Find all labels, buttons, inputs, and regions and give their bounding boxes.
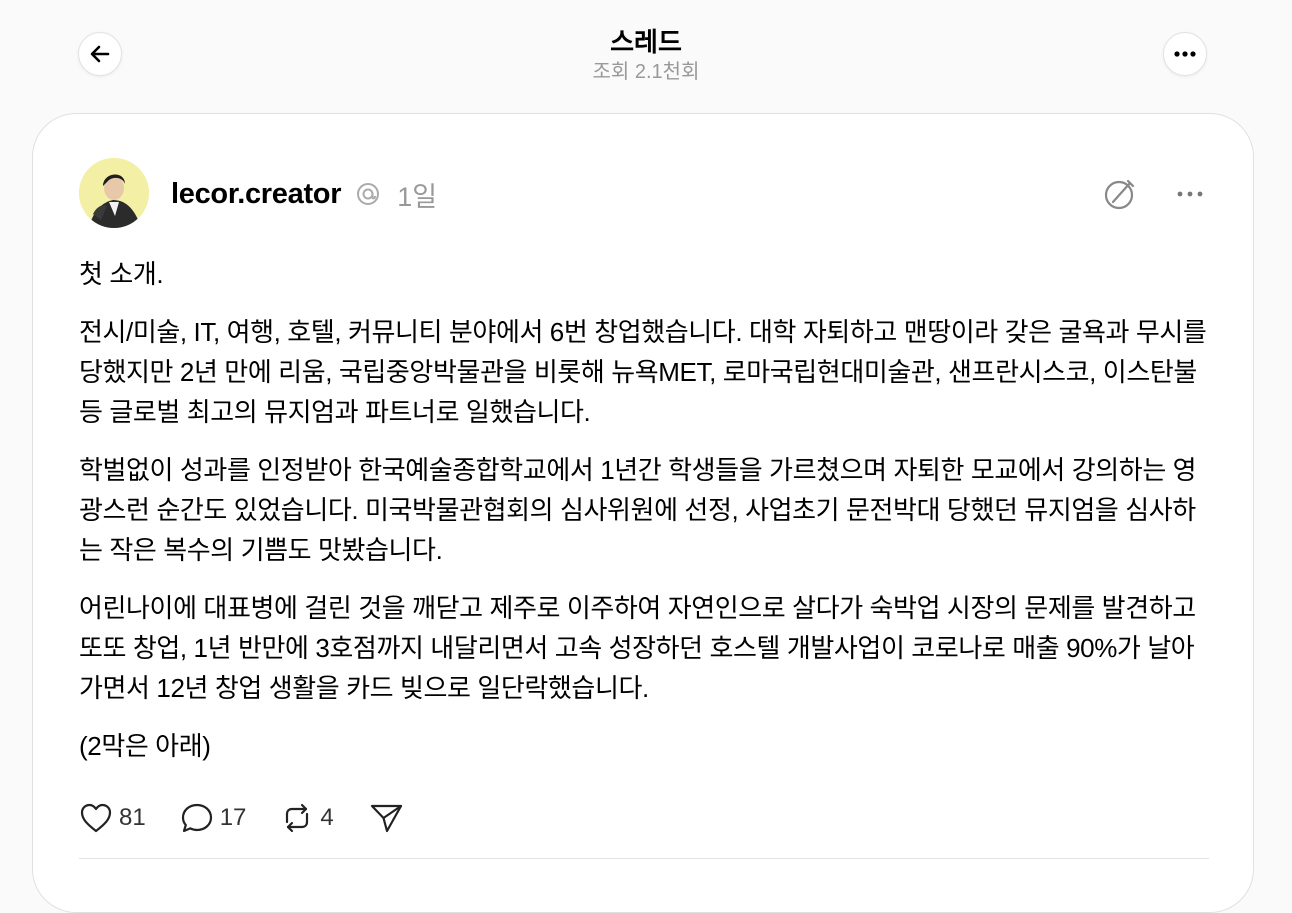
post-time: 1일 — [397, 181, 438, 212]
share-button[interactable] — [368, 802, 404, 834]
view-count: 조회 2.1천회 — [592, 61, 700, 83]
username[interactable]: lecor.creator — [171, 178, 342, 211]
post-paragraph: (2막은 아래) — [79, 731, 211, 761]
repost-count: 4 — [320, 804, 334, 831]
comment-bubble-icon — [181, 803, 212, 833]
post-paragraph: 학벌없이 성과를 인정받아 한국예술종합학교에서 1년간 학생들을 가르쳤으며 … — [79, 455, 1197, 565]
repost-button[interactable]: 4 — [280, 802, 334, 834]
avatar[interactable] — [79, 158, 149, 228]
send-icon — [370, 804, 402, 833]
threads-badge-icon — [355, 181, 381, 207]
post-paragraph: 전시/미술, IT, 여행, 호텔, 커뮤니티 분야에서 6번 창업했습니다. … — [79, 317, 1214, 427]
post-paragraph: 첫 소개. — [79, 259, 164, 289]
post-actions: 81 17 4 — [79, 798, 438, 838]
page-header: 스레드 조회 2.1천회 — [0, 26, 1292, 86]
post-more-icon[interactable] — [1175, 180, 1205, 208]
more-options-button[interactable] — [1163, 32, 1207, 76]
avatar-image — [79, 158, 149, 228]
heart-icon — [80, 803, 112, 833]
post-author-row: lecor.creator 1일 — [171, 172, 437, 216]
repost-icon — [286, 803, 309, 833]
like-count: 81 — [119, 804, 146, 831]
comment-button[interactable]: 17 — [180, 802, 247, 834]
post-card: lecor.creator 1일 첫 소개. 전시/미술, IT, 여행, 호텔… — [32, 113, 1254, 913]
comment-count: 17 — [219, 804, 247, 831]
post-body: 첫 소개. 전시/미술, IT, 여행, 호텔, 커뮤니티 분야에서 6번 창업… — [79, 254, 1214, 784]
more-horizontal-icon — [1174, 51, 1196, 57]
like-button[interactable]: 81 — [79, 802, 146, 834]
page-title: 스레드 — [610, 27, 682, 57]
edit-slash-icon[interactable] — [1103, 177, 1137, 211]
top-bar: 스레드 조회 2.1천회 — [0, 0, 1292, 110]
post-paragraph: 어린나이에 대표병에 걸린 것을 깨닫고 제주로 이주하여 자연인으로 살다가 … — [79, 593, 1203, 703]
divider — [79, 858, 1209, 859]
